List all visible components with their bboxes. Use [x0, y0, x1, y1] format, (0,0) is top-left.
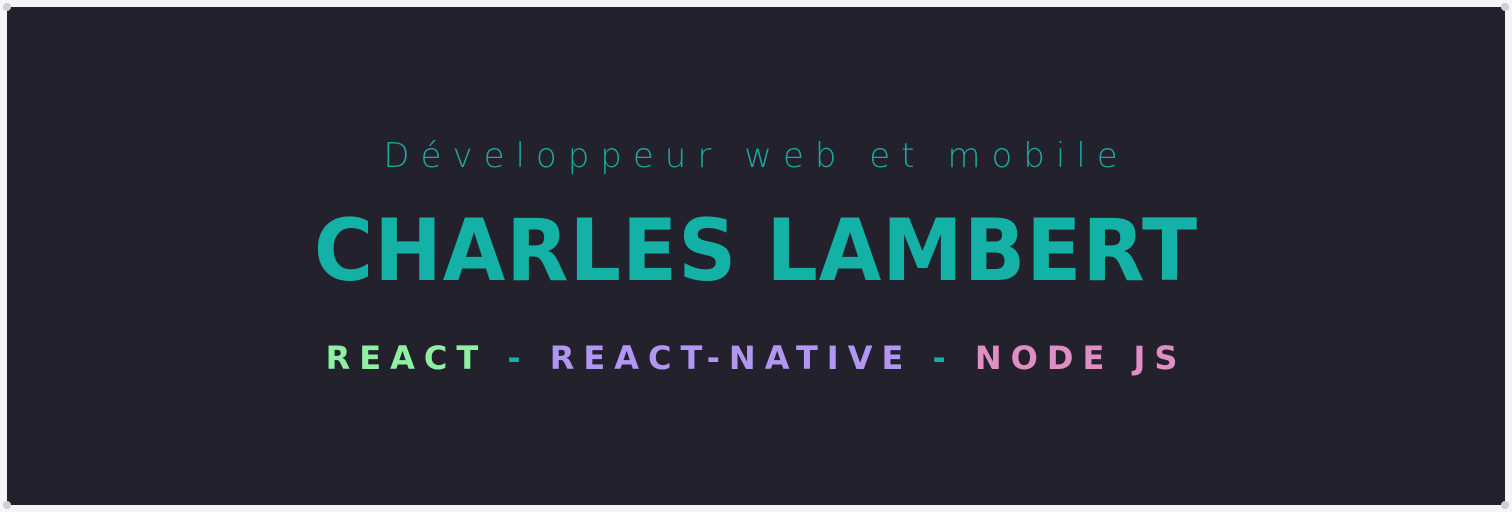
skills-line: REACT - REACT-NATIVE - NODE JS [0, 336, 1512, 380]
skill-separator: - [932, 339, 955, 377]
skill-separator: - [507, 339, 530, 377]
resize-handle-bottom-right [1501, 501, 1509, 509]
resize-handle-bottom-left [3, 501, 11, 509]
resize-handle-top-right [1501, 3, 1509, 11]
skill-react: REACT [325, 339, 488, 377]
skill-react-native: REACT-NATIVE [549, 339, 913, 377]
skill-node-js: NODE JS [974, 339, 1187, 377]
name-heading: CHARLES LAMBERT [313, 201, 1199, 301]
resize-handle-top-left [3, 3, 11, 11]
subtitle: Développeur web et mobile [383, 136, 1129, 176]
